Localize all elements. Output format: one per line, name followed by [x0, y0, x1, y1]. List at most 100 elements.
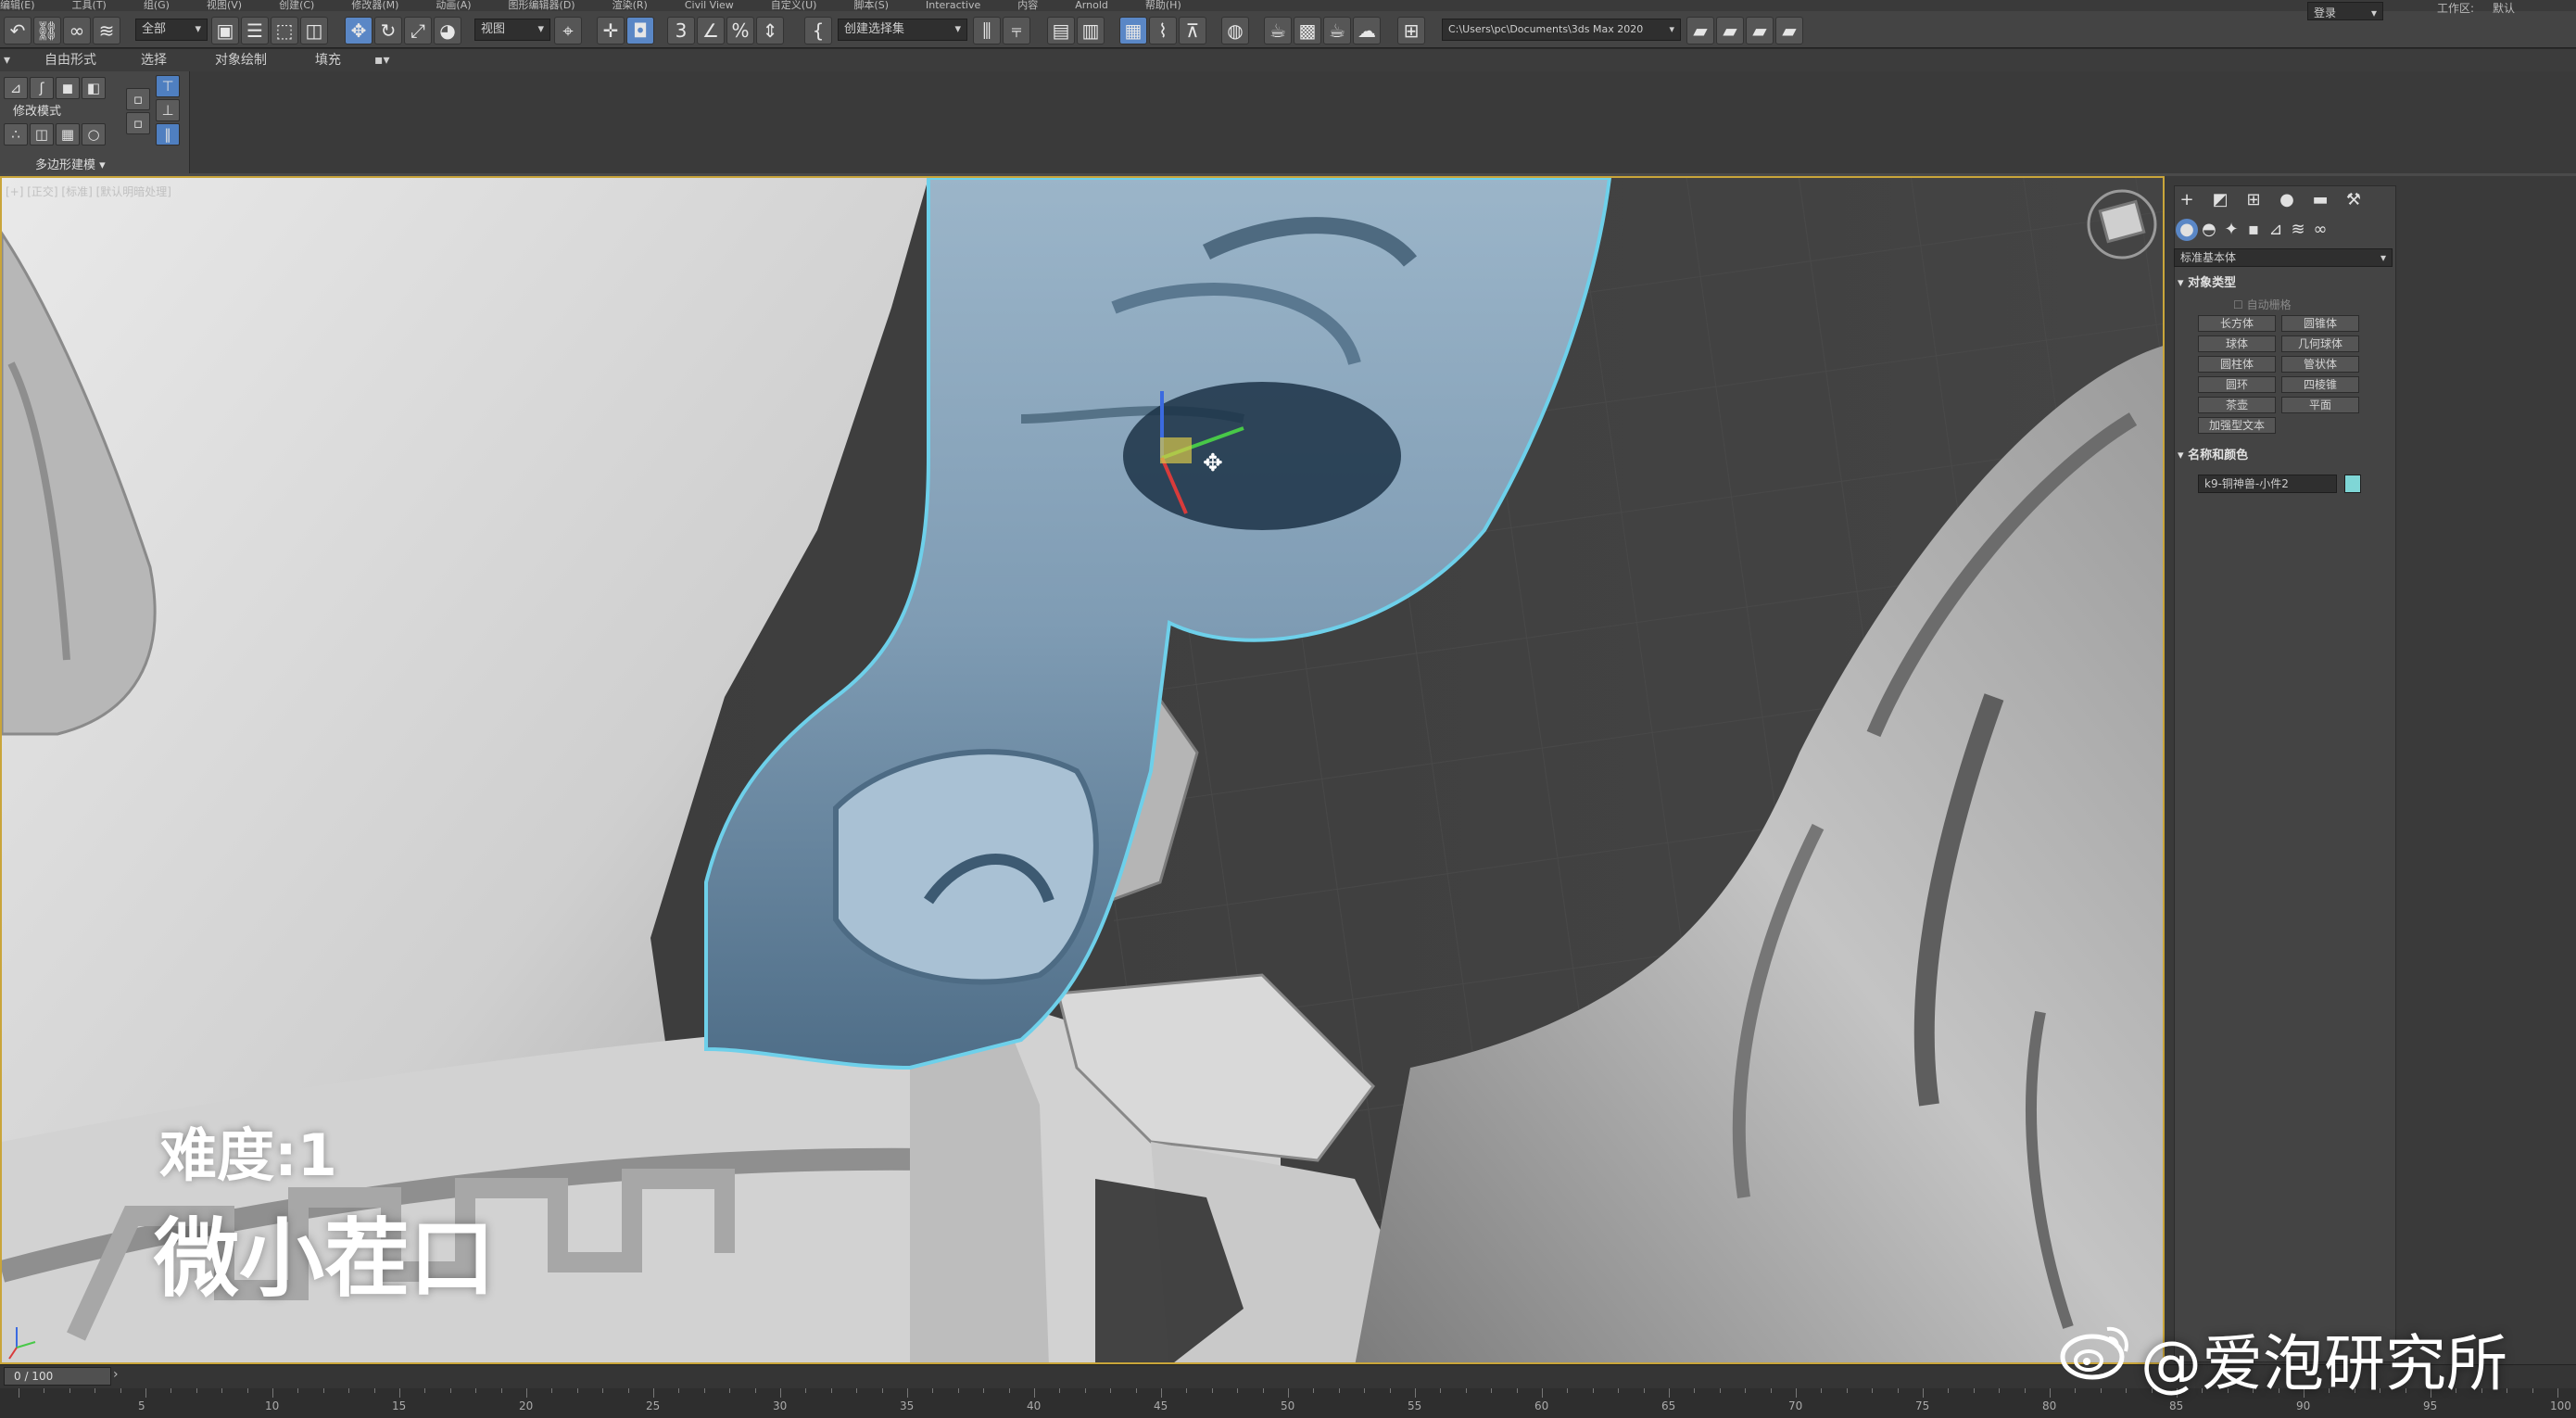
- object-color-swatch[interactable]: [2344, 475, 2361, 493]
- workspace-value[interactable]: 默认: [2493, 0, 2515, 16]
- angle-snap-icon[interactable]: ∠: [697, 17, 725, 44]
- lights-icon[interactable]: ✦: [2220, 219, 2242, 241]
- helpers-icon[interactable]: ⊿: [2265, 219, 2287, 241]
- next-frame-icon[interactable]: ›: [113, 1367, 119, 1382]
- rollout-name-color[interactable]: ▾ 名称和颜色: [2178, 447, 2391, 465]
- menu-item[interactable]: 编辑(E): [0, 0, 35, 11]
- time-slider-thumb[interactable]: 0 / 100: [4, 1367, 111, 1386]
- tab-selection[interactable]: 选择: [141, 49, 167, 71]
- ribbon-poly-icon[interactable]: ▦: [56, 123, 80, 146]
- save-project-icon[interactable]: ▰: [1746, 17, 1774, 44]
- geosphere-button[interactable]: 几何球体: [2281, 336, 2359, 352]
- textplus-button[interactable]: 加强型文本: [2198, 417, 2276, 434]
- render-setup-icon[interactable]: ☕: [1264, 17, 1292, 44]
- hierarchy-tab-icon[interactable]: ⊞: [2242, 189, 2265, 211]
- ribbon-options-icon[interactable]: ▪▾: [374, 49, 390, 71]
- spacewarps-icon[interactable]: ≋: [2287, 219, 2309, 241]
- scale-icon[interactable]: ⤢: [404, 17, 432, 44]
- ribbon-cube-icon[interactable]: ◼: [56, 77, 80, 99]
- systems-icon[interactable]: ∞: [2309, 219, 2331, 241]
- align-icon[interactable]: ⫧: [1003, 17, 1030, 44]
- menu-item[interactable]: 图形编辑器(D): [509, 0, 575, 11]
- teapot-button[interactable]: 茶壶: [2198, 397, 2276, 413]
- menu-item[interactable]: 脚本(S): [853, 0, 889, 11]
- menu-item[interactable]: 工具(T): [72, 0, 107, 11]
- named-selection-dropdown[interactable]: 创建选择集: [838, 19, 967, 41]
- ribbon-modeling-icon[interactable]: ▾: [4, 49, 10, 71]
- render-cloud-icon[interactable]: ☁: [1353, 17, 1381, 44]
- tab-populate[interactable]: 填充: [315, 49, 341, 71]
- sphere-button[interactable]: 球体: [2198, 336, 2276, 352]
- ribbon-element-icon[interactable]: ○: [82, 123, 106, 146]
- box-button[interactable]: 长方体: [2198, 315, 2276, 332]
- unlink-icon[interactable]: ∞: [63, 17, 91, 44]
- schematic-view-icon[interactable]: ⊼: [1179, 17, 1206, 44]
- project-path-dropdown[interactable]: C:\Users\pc\Documents\3ds Max 2020: [1442, 19, 1681, 41]
- tab-object-paint[interactable]: 对象绘制: [215, 49, 267, 71]
- project-settings-icon[interactable]: ▰: [1775, 17, 1803, 44]
- set-project-folder-icon[interactable]: ▰: [1686, 17, 1714, 44]
- move-icon[interactable]: ✥: [345, 17, 373, 44]
- menu-item[interactable]: 视图(V): [207, 0, 242, 11]
- tube-button[interactable]: 管状体: [2281, 356, 2359, 373]
- object-name-field[interactable]: k9-铜神兽-小件2: [2198, 475, 2337, 493]
- edit-named-selection-icon[interactable]: {: [804, 17, 832, 44]
- display-tab-icon[interactable]: ▬: [2309, 189, 2331, 211]
- login-dropdown[interactable]: 登录: [2307, 2, 2383, 23]
- ribbon-toggle-icon[interactable]: ▦: [1119, 17, 1147, 44]
- link-icon[interactable]: ⛓: [33, 17, 61, 44]
- viewport-layout-icon[interactable]: ⊞: [1397, 17, 1425, 44]
- render-production-icon[interactable]: ☕: [1323, 17, 1351, 44]
- create-tab-icon[interactable]: +: [2176, 189, 2198, 211]
- select-object-icon[interactable]: ▣: [211, 17, 239, 44]
- cameras-icon[interactable]: ▪: [2242, 219, 2265, 241]
- rendered-frame-icon[interactable]: ▩: [1294, 17, 1321, 44]
- menu-item[interactable]: 创建(C): [279, 0, 314, 11]
- ribbon-cut-icon[interactable]: ▫: [126, 88, 150, 110]
- ribbon-cube2-icon[interactable]: ◧: [82, 77, 106, 99]
- mirror-icon[interactable]: ⫼: [973, 17, 1001, 44]
- select-by-name-icon[interactable]: ☰: [241, 17, 269, 44]
- material-editor-icon[interactable]: ◍: [1221, 17, 1249, 44]
- menu-item[interactable]: 内容: [1017, 0, 1038, 11]
- reference-coord-dropdown[interactable]: 视图: [474, 19, 550, 41]
- ribbon-edit-icon[interactable]: ⊿: [4, 77, 28, 99]
- pyramid-button[interactable]: 四棱锥: [2281, 376, 2359, 393]
- rect-selection-icon[interactable]: ⬚: [271, 17, 298, 44]
- percent-snap-icon[interactable]: %: [726, 17, 754, 44]
- ribbon-ring-icon[interactable]: ▫: [126, 112, 150, 134]
- motion-tab-icon[interactable]: ●: [2276, 189, 2298, 211]
- rotate-icon[interactable]: ↻: [374, 17, 402, 44]
- utilities-tab-icon[interactable]: ⚒: [2342, 189, 2365, 211]
- menu-item[interactable]: Civil View: [685, 0, 734, 11]
- menu-item[interactable]: 自定义(U): [771, 0, 817, 11]
- curve-editor-icon[interactable]: ⌇: [1149, 17, 1177, 44]
- ribbon-shrink-icon[interactable]: ‖: [156, 123, 180, 146]
- menu-item[interactable]: 帮助(H): [1145, 0, 1181, 11]
- scene-explorer-icon[interactable]: ▤: [1047, 17, 1075, 44]
- tab-freeform[interactable]: 自由形式: [44, 49, 96, 71]
- ribbon-pin-icon[interactable]: ⊤: [156, 75, 180, 97]
- ribbon-edge-icon[interactable]: ◫: [30, 123, 54, 146]
- ribbon-vertex-icon[interactable]: ∴: [4, 123, 28, 146]
- ribbon-grow-icon[interactable]: ⊥: [156, 99, 180, 121]
- menu-item[interactable]: 修改器(M): [351, 0, 398, 11]
- primitive-type-dropdown[interactable]: 标准基本体: [2174, 248, 2393, 267]
- ribbon-panel-footer[interactable]: 多边形建模 ▾: [35, 155, 106, 172]
- ribbon-lasso-icon[interactable]: ʃ: [30, 77, 54, 99]
- autogrid-checkbox[interactable]: ☐ 自动栅格: [2233, 297, 2292, 312]
- modify-tab-icon[interactable]: ◩: [2209, 189, 2231, 211]
- window-crossing-icon[interactable]: ◫: [300, 17, 328, 44]
- menu-item[interactable]: 渲染(R): [612, 0, 648, 11]
- open-project-icon[interactable]: ▰: [1716, 17, 1744, 44]
- plane-button[interactable]: 平面: [2281, 397, 2359, 413]
- place-icon[interactable]: ◕: [434, 17, 461, 44]
- snap-toggle-icon[interactable]: 3: [667, 17, 695, 44]
- cone-button[interactable]: 圆锥体: [2281, 315, 2359, 332]
- geometry-icon[interactable]: ●: [2176, 219, 2198, 241]
- bind-spacewarp-icon[interactable]: ≋: [93, 17, 120, 44]
- cylinder-button[interactable]: 圆柱体: [2198, 356, 2276, 373]
- select-manipulate-icon[interactable]: ✛: [597, 17, 625, 44]
- shapes-icon[interactable]: ◓: [2198, 219, 2220, 241]
- keyboard-shortcut-toggle-icon[interactable]: ◘: [626, 17, 654, 44]
